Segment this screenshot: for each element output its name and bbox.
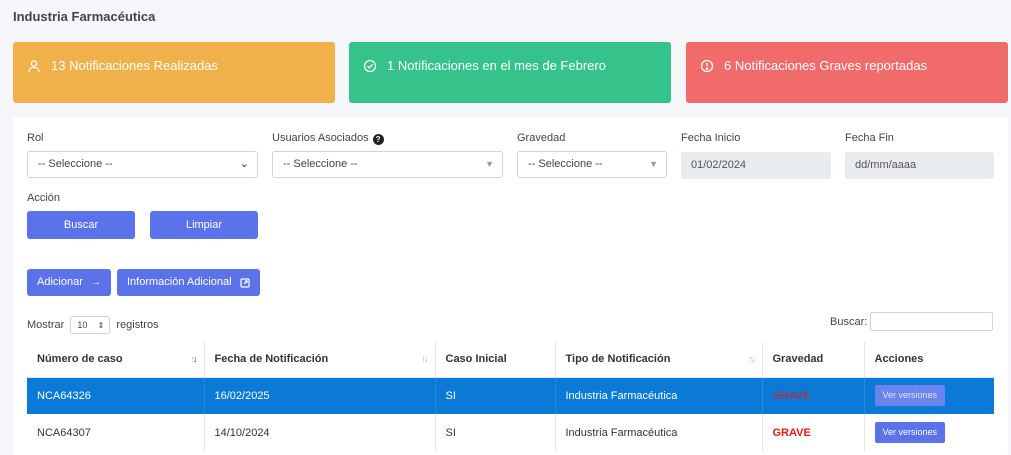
sort-icon: ↑↓ xyxy=(421,354,429,364)
gravedad-select[interactable]: -- Seleccione -- ▼ xyxy=(517,151,667,178)
table-header-row: Número de caso ↑↓ Fecha de Notificación ↑↓… xyxy=(27,342,994,378)
header-label: Tipo de Notificación xyxy=(565,353,671,366)
header-label: Acciones xyxy=(874,353,924,366)
external-link-icon xyxy=(239,277,250,288)
caret-down-icon: ▼ xyxy=(649,159,658,169)
page-length-value: 10 xyxy=(77,320,88,330)
help-icon[interactable]: ? xyxy=(372,134,384,145)
user-icon xyxy=(28,59,40,72)
cell-inicial: SI xyxy=(435,377,556,414)
stat-card-total: 13 Notificaciones Realizadas xyxy=(13,42,335,103)
gravedad-select-value: -- Seleccione -- xyxy=(528,158,603,170)
fecha-inicio-label: Fecha Inicio xyxy=(681,132,741,144)
stat-label: 6 Notificaciones Graves reportadas xyxy=(724,58,928,73)
header-fecha[interactable]: Fecha de Notificación ↑↓ xyxy=(204,342,436,378)
alert-circle-icon xyxy=(700,59,714,72)
rol-label: Rol xyxy=(27,132,44,144)
buscar-button[interactable]: Buscar xyxy=(27,211,135,239)
cell-tipo: Industria Farmacéutica xyxy=(555,377,763,414)
notifications-table: Número de caso ↑↓ Fecha de Notificación ↑↓… xyxy=(27,342,994,451)
cell-caso: NCA64307 xyxy=(27,414,205,451)
stat-card-month: 1 Notificaciones en el mes de Febrero xyxy=(349,42,671,103)
rol-select-value: -- Seleccione -- xyxy=(38,158,113,170)
stat-card-grave: 6 Notificaciones Graves reportadas xyxy=(686,42,1008,103)
header-tipo[interactable]: Tipo de Notificación ↑↓ xyxy=(555,342,763,378)
header-caso-inicial: Caso Inicial xyxy=(435,342,556,378)
caret-down-icon: ▼ xyxy=(485,159,494,169)
page-length-control: Mostrar 10 ⇕ registros xyxy=(27,316,159,334)
table-row[interactable]: NCA64326 16/02/2025 SI Industria Farmacé… xyxy=(27,377,994,414)
cell-inicial: SI xyxy=(435,414,556,451)
cell-acciones: Ver versiones xyxy=(864,377,994,414)
cell-gravedad: GRAVE xyxy=(762,377,865,414)
page-title: Industria Farmacéutica xyxy=(13,9,156,24)
main-card: Rol -- Seleccione -- ⌄ Usuarios Asociado… xyxy=(13,117,1008,455)
usuarios-label: Usuarios Asociados? xyxy=(272,132,384,145)
gravedad-label: Gravedad xyxy=(517,132,566,144)
ver-versiones-button[interactable]: Ver versiones xyxy=(874,385,946,407)
registros-label: registros xyxy=(116,318,159,331)
stat-label: 1 Notificaciones en el mes de Febrero xyxy=(387,58,606,73)
usuarios-select[interactable]: -- Seleccione -- ▼ xyxy=(272,151,503,178)
cell-caso: NCA64326 xyxy=(27,377,205,414)
fecha-inicio-input[interactable]: 01/02/2024 xyxy=(681,152,831,179)
rol-select[interactable]: -- Seleccione -- ⌄ xyxy=(27,151,258,178)
cell-fecha: 14/10/2024 xyxy=(204,414,436,451)
usuarios-select-value: -- Seleccione -- xyxy=(283,158,358,170)
header-label: Número de caso xyxy=(37,353,123,366)
fecha-fin-label: Fecha Fin xyxy=(845,132,894,144)
updown-icon: ⇕ xyxy=(97,321,105,330)
header-label: Caso Inicial xyxy=(445,353,507,366)
informacion-adicional-label: Información Adicional xyxy=(127,276,232,288)
stat-label: 13 Notificaciones Realizadas xyxy=(51,58,218,73)
sort-icon: ↑↓ xyxy=(748,354,756,364)
informacion-adicional-button[interactable]: Información Adicional xyxy=(117,269,260,296)
header-label: Fecha de Notificación xyxy=(214,353,329,366)
table-search-input[interactable] xyxy=(870,312,993,331)
cell-fecha: 16/02/2025 xyxy=(204,377,436,414)
page-length-select[interactable]: 10 ⇕ xyxy=(70,316,111,334)
buscar-label: Buscar: xyxy=(830,316,868,328)
cell-tipo: Industria Farmacéutica xyxy=(555,414,763,451)
usuarios-label-text: Usuarios Asociados xyxy=(272,132,369,144)
fecha-fin-input[interactable]: dd/mm/aaaa xyxy=(845,152,994,179)
cell-acciones: Ver versiones xyxy=(864,414,994,451)
limpiar-button[interactable]: Limpiar xyxy=(150,211,258,239)
header-label: Gravedad xyxy=(772,353,824,366)
check-circle-icon xyxy=(363,59,377,72)
header-acciones: Acciones xyxy=(864,342,994,378)
sort-icon: ↑↓ xyxy=(190,354,198,364)
chevron-down-icon: ⌄ xyxy=(239,158,249,170)
adicionar-label: Adicionar xyxy=(37,276,83,288)
header-numero-caso[interactable]: Número de caso ↑↓ xyxy=(27,342,205,378)
accion-label: Acción xyxy=(27,192,61,204)
cell-gravedad: GRAVE xyxy=(762,414,865,451)
mostrar-label: Mostrar xyxy=(27,318,65,331)
table-row[interactable]: NCA64307 14/10/2024 SI Industria Farmacé… xyxy=(27,414,994,451)
header-gravedad: Gravedad xyxy=(762,342,865,378)
adicionar-button[interactable]: Adicionar → xyxy=(27,269,111,296)
arrow-right-icon: → xyxy=(90,277,101,288)
ver-versiones-button[interactable]: Ver versiones xyxy=(874,422,946,443)
